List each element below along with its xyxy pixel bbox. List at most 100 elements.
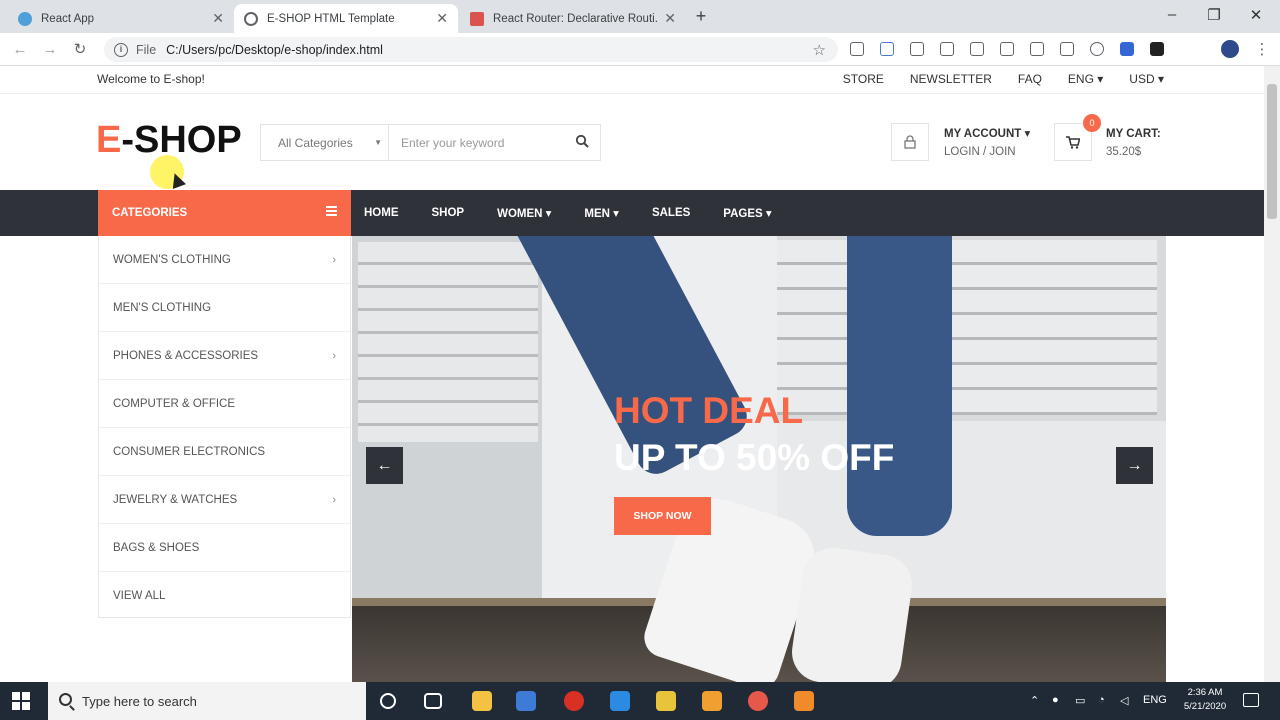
restore-icon[interactable]: ❐ [1202,6,1226,24]
tab-react-router[interactable]: React Router: Declarative Routi... ✕ [460,4,686,33]
extension-icon[interactable] [1060,42,1074,56]
tab-react-app[interactable]: React App ✕ [8,4,234,33]
logo-text: -SHOP [121,119,242,161]
reload-icon[interactable]: ↻ [70,40,90,60]
language-indicator[interactable]: ENG [1143,694,1167,706]
extension-icon[interactable] [1090,42,1104,56]
network-icon[interactable]: ◔ [1098,694,1105,706]
sublime-icon[interactable] [702,691,722,711]
language-dropdown[interactable]: ENG ▾ [1068,72,1103,86]
search-input[interactable]: Enter your keyword [389,136,564,150]
menu-home[interactable]: HOME [364,207,399,219]
cart-summary[interactable]: MY CART: 35.20$ [1106,125,1161,161]
back-icon[interactable]: ← [10,40,30,60]
opera-icon[interactable] [564,691,584,711]
extension-icon[interactable] [1150,42,1164,56]
category-item[interactable]: COMPUTER & OFFICE [99,380,350,428]
menu-women[interactable]: WOMEN ▾ [497,206,551,220]
window-close-icon[interactable]: ✕ [1244,6,1268,24]
user-lock-icon[interactable] [891,123,929,161]
info-icon[interactable]: i [114,42,128,57]
close-icon[interactable]: ✕ [436,10,448,27]
login-join-link[interactable]: LOGIN / JOIN [944,143,1030,161]
close-icon[interactable]: ✕ [212,10,224,27]
volume-icon[interactable]: ◁ [1120,694,1128,707]
menu-shop[interactable]: SHOP [432,207,465,219]
forward-icon[interactable]: → [40,40,60,60]
close-icon[interactable]: ✕ [664,10,676,27]
vscode-icon[interactable] [610,691,630,711]
microphone-icon[interactable]: ● [1052,694,1059,706]
search-icon [575,134,589,148]
bookmark-star-icon[interactable]: ☆ [813,41,826,59]
category-item[interactable]: PHONES & ACCESSORIES › [99,332,350,380]
account-menu[interactable]: MY ACCOUNT ▾ LOGIN / JOIN [944,125,1030,161]
slider-prev-button[interactable]: ← [366,447,403,484]
menu-sales[interactable]: SALES [652,207,690,219]
site-header: E-SHOP All Categories ▼ Enter your keywo… [0,95,1280,190]
profile-avatar[interactable] [1221,40,1239,58]
category-select[interactable]: All Categories ▼ [261,125,389,160]
categories-toggle[interactable]: CATEGORIES [98,190,351,236]
categories-label: CATEGORIES [112,207,188,219]
tab-title: E-SHOP HTML Template [267,12,395,25]
tray-chevron-icon[interactable]: ⌃ [1030,694,1039,707]
taskbar-search-box[interactable]: Type here to search [48,682,366,720]
tab-eshop[interactable]: E-SHOP HTML Template ✕ [234,4,458,33]
menu-pages[interactable]: PAGES ▾ [723,206,771,220]
category-item[interactable]: BAGS & SHOES [99,524,350,572]
category-item[interactable]: VIEW ALL [99,572,350,620]
recorder-icon[interactable] [794,691,814,711]
slider-next-button[interactable]: → [1116,447,1153,484]
app-icon[interactable] [656,691,676,711]
hero-subheading: UP TO 50% OFF [614,437,895,478]
windows-start-icon[interactable] [12,692,30,710]
extension-icon[interactable] [1000,42,1014,56]
caret-down-icon: ▼ [374,138,382,147]
extension-icon[interactable] [940,42,954,56]
scrollbar-thumb[interactable] [1267,84,1277,219]
cortana-icon[interactable] [380,693,396,709]
notification-icon[interactable] [1243,693,1259,707]
clock-date: 5/21/2020 [1183,701,1227,712]
category-item[interactable]: WOMEN'S CLOTHING › [99,236,350,284]
extension-icon[interactable] [880,42,894,56]
account-title[interactable]: MY ACCOUNT ▾ [944,125,1030,143]
menu-men[interactable]: MEN ▾ [584,206,619,220]
hero-sneaker [788,544,916,682]
search-bar: All Categories ▼ Enter your keyword [260,124,601,161]
extension-icon[interactable] [850,42,864,56]
battery-icon[interactable]: ▭ [1075,694,1085,707]
cart-amount: 35.20$ [1106,146,1142,158]
address-bar[interactable]: i File C:/Users/pc/Desktop/e-shop/index.… [104,37,838,62]
browser-menu-icon[interactable]: ⋮ [1252,40,1272,60]
site-top-bar: Welcome to E-shop! STORE NEWSLETTER FAQ … [0,66,1280,94]
react-router-favicon-icon [470,11,484,26]
hero-bg-shutter [358,242,538,442]
newsletter-link[interactable]: NEWSLETTER [910,72,992,86]
category-label: CONSUMER ELECTRONICS [113,445,266,458]
task-view-icon[interactable] [424,693,442,709]
extension-icon[interactable] [1030,42,1044,56]
category-item[interactable]: JEWELRY & WATCHES › [99,476,350,524]
search-button[interactable] [564,134,600,151]
minimize-icon[interactable]: – [1160,6,1184,23]
shop-now-button[interactable]: SHOP NOW [614,497,711,535]
category-label: WOMEN'S CLOTHING [113,253,231,266]
file-explorer-icon[interactable] [472,691,492,711]
extension-icon[interactable] [1120,42,1134,56]
page-scrollbar[interactable] [1264,66,1280,682]
chrome-icon[interactable] [748,691,768,711]
taskbar-clock[interactable]: 2:36 AM 5/21/2020 [1175,686,1235,714]
extension-icon[interactable] [910,42,924,56]
new-tab-button[interactable]: + [690,6,712,28]
currency-dropdown[interactable]: USD ▾ [1129,72,1164,86]
faq-link[interactable]: FAQ [1018,72,1042,86]
category-item[interactable]: CONSUMER ELECTRONICS [99,428,350,476]
network-app-icon[interactable] [516,691,536,711]
store-link[interactable]: STORE [843,72,884,86]
cart-title: MY CART: [1106,128,1161,140]
hero-bg-shutter [777,240,1157,415]
category-item[interactable]: MEN'S CLOTHING [99,284,350,332]
extension-icon[interactable] [970,42,984,56]
